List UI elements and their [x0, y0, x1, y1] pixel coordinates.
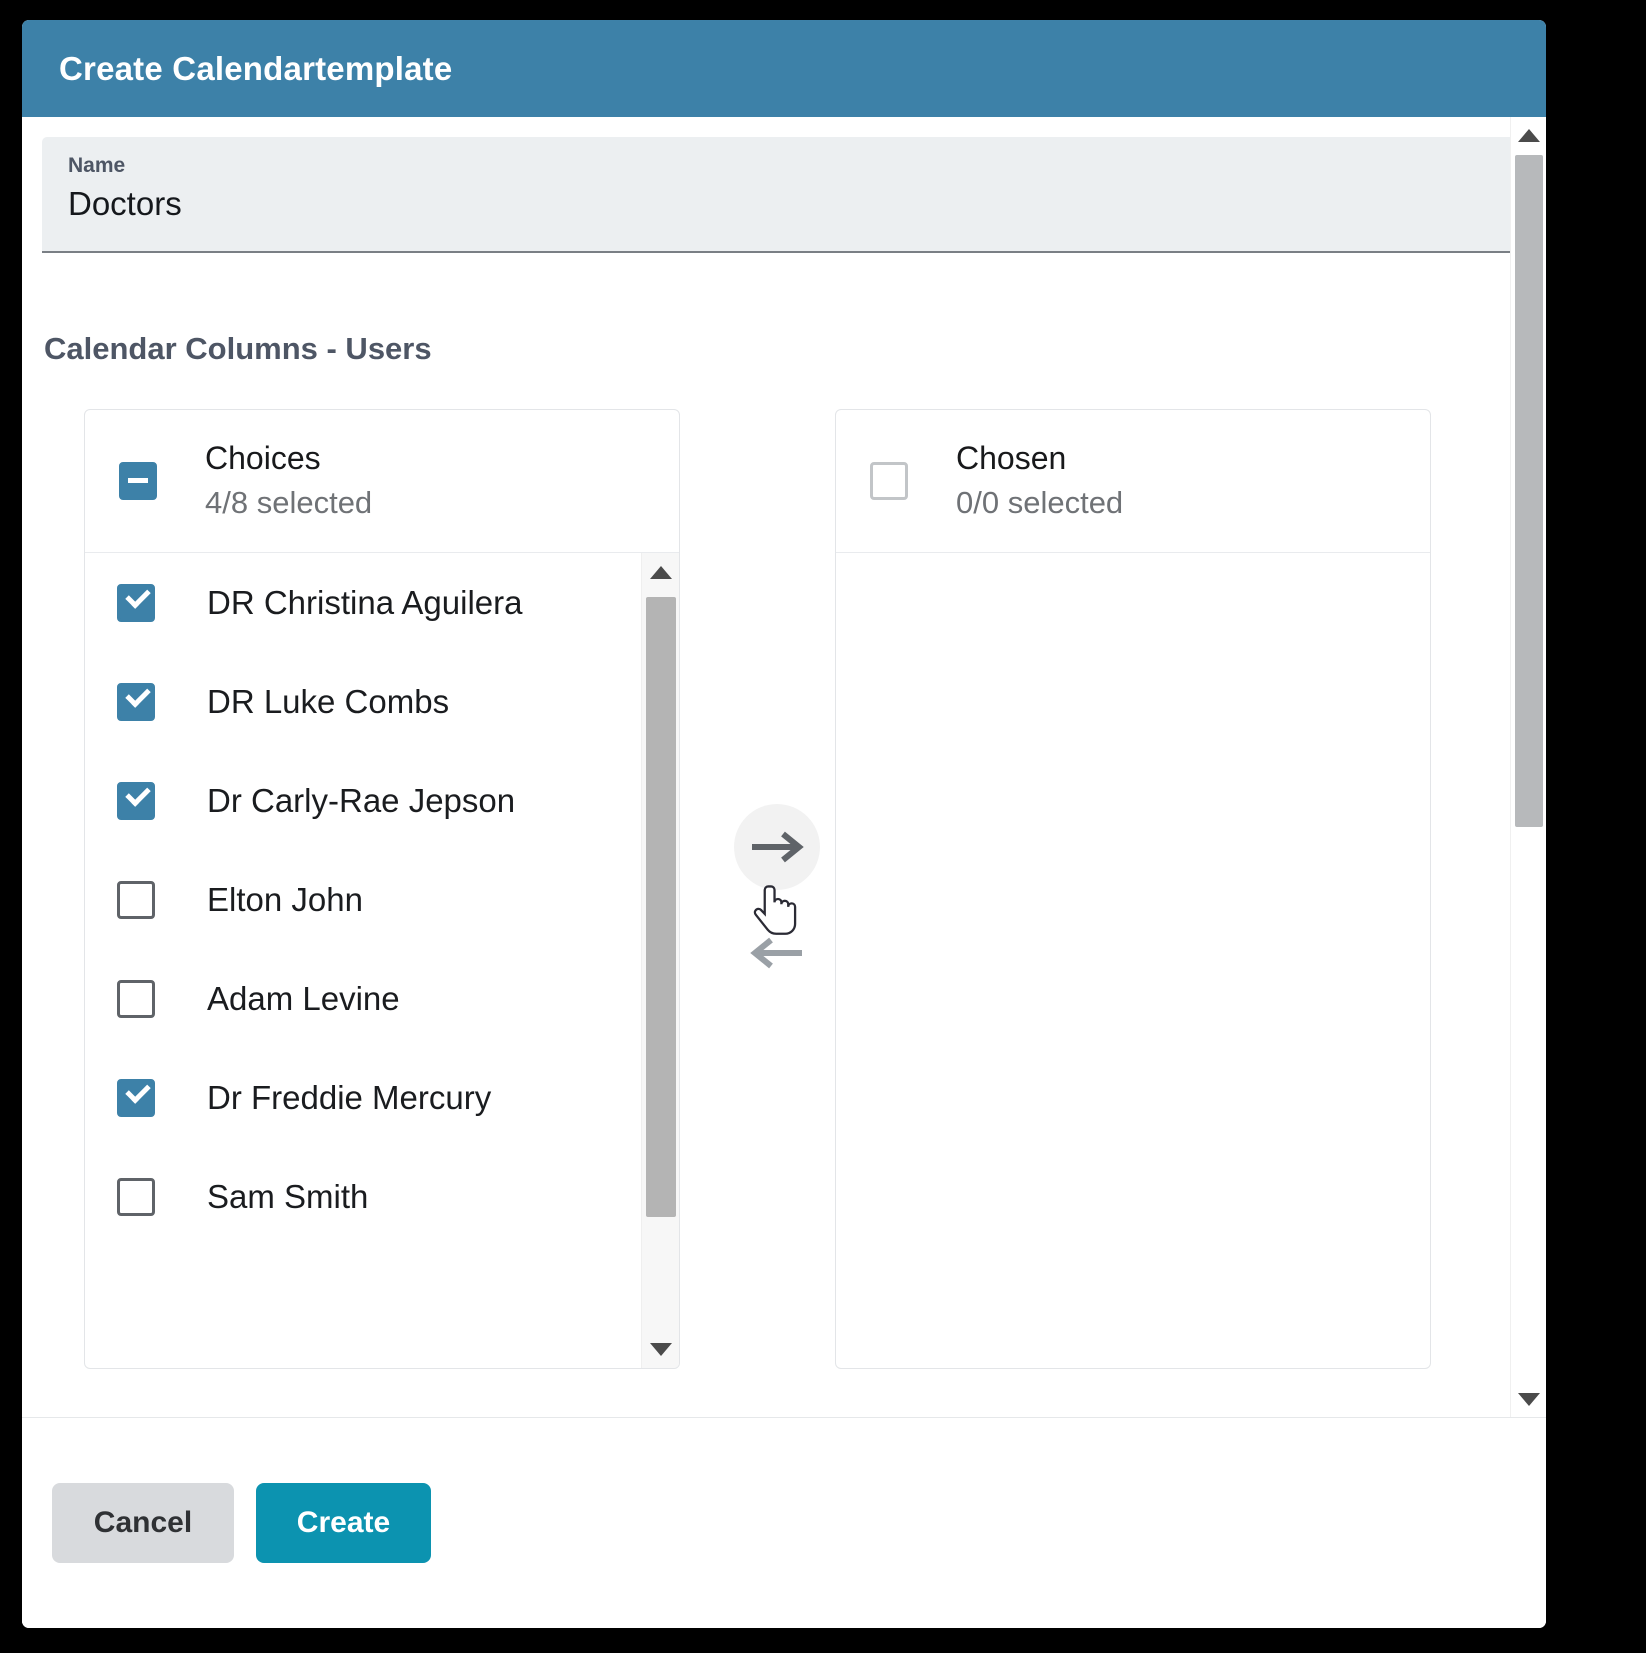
choices-item-label: Elton John: [207, 871, 363, 929]
choices-item-label: DR Luke Combs: [207, 673, 449, 731]
chosen-panel: Chosen 0/0 selected: [835, 409, 1431, 1369]
choices-item-checkbox[interactable]: [117, 881, 155, 919]
list-item[interactable]: Dr Freddie Mercury: [85, 1048, 640, 1147]
cancel-button[interactable]: Cancel: [52, 1483, 234, 1563]
dialog-scroll-up-button[interactable]: [1511, 117, 1546, 153]
choices-item-label: DR Christina Aguilera: [207, 574, 522, 632]
dialog-body: Name Calendar Columns - Users Choices 4/…: [22, 117, 1546, 1417]
triangle-up-icon: [650, 566, 672, 579]
choices-item-label: Dr Carly-Rae Jepson: [207, 772, 515, 830]
scroll-down-arrow-button[interactable]: [642, 1330, 679, 1368]
picklist: Choices 4/8 selected DR Christina Aguile…: [22, 409, 1546, 1369]
choices-list-inner: DR Christina Aguilera DR Luke Combs Dr C…: [85, 553, 640, 1246]
dialog-scrollbar-thumb[interactable]: [1515, 155, 1543, 827]
arrow-right-icon: [750, 830, 804, 864]
name-input[interactable]: [68, 181, 1498, 227]
choices-item-label: Dr Freddie Mercury: [207, 1069, 491, 1127]
create-calendartemplate-dialog: Create Calendartemplate Name Calendar Co…: [22, 20, 1546, 1628]
chosen-panel-header[interactable]: Chosen 0/0 selected: [836, 410, 1430, 553]
choices-item-checkbox[interactable]: [117, 683, 155, 721]
chosen-title: Chosen: [956, 436, 1123, 480]
triangle-up-icon: [1518, 129, 1540, 142]
choices-header-texts: Choices 4/8 selected: [205, 436, 372, 526]
move-left-button[interactable]: [734, 910, 820, 996]
screen: Create Calendartemplate Name Calendar Co…: [0, 0, 1646, 1653]
choices-title: Choices: [205, 436, 372, 480]
choices-item-label: Adam Levine: [207, 970, 400, 1028]
transfer-buttons: [712, 804, 872, 996]
choices-selected-count: 4/8 selected: [205, 480, 372, 526]
list-item[interactable]: Elton John: [85, 850, 640, 949]
list-item[interactable]: Dr Carly-Rae Jepson: [85, 751, 640, 850]
scroll-up-arrow-button[interactable]: [642, 553, 679, 591]
chosen-select-all-checkbox[interactable]: [870, 462, 908, 500]
triangle-down-icon: [650, 1343, 672, 1356]
name-field-wrapper: Name: [22, 117, 1546, 253]
chosen-list[interactable]: [836, 553, 1430, 1368]
choices-item-label: Sam Smith: [207, 1168, 368, 1226]
choices-list-scrollbar[interactable]: [641, 553, 679, 1368]
move-right-button[interactable]: [734, 804, 820, 890]
choices-item-checkbox[interactable]: [117, 1079, 155, 1117]
choices-item-checkbox[interactable]: [117, 1178, 155, 1216]
choices-item-checkbox[interactable]: [117, 980, 155, 1018]
choices-item-checkbox[interactable]: [117, 584, 155, 622]
triangle-down-icon: [1518, 1393, 1540, 1406]
choices-panel-header[interactable]: Choices 4/8 selected: [85, 410, 679, 553]
list-item[interactable]: Adam Levine: [85, 949, 640, 1048]
dialog-title: Create Calendartemplate: [59, 50, 452, 88]
dialog-header: Create Calendartemplate: [22, 20, 1546, 117]
list-item[interactable]: Sam Smith: [85, 1147, 640, 1246]
choices-panel: Choices 4/8 selected DR Christina Aguile…: [84, 409, 680, 1369]
section-title: Calendar Columns - Users: [44, 331, 1546, 367]
name-field-label: Name: [68, 151, 1498, 181]
dialog-scroll-down-button[interactable]: [1511, 1381, 1546, 1417]
choices-list[interactable]: DR Christina Aguilera DR Luke Combs Dr C…: [85, 553, 679, 1368]
list-item[interactable]: DR Luke Combs: [85, 652, 640, 751]
dialog-footer: Cancel Create: [22, 1417, 1546, 1628]
chosen-header-texts: Chosen 0/0 selected: [956, 436, 1123, 526]
list-item[interactable]: DR Christina Aguilera: [85, 553, 640, 652]
dialog-scrollbar[interactable]: [1510, 117, 1546, 1417]
create-button[interactable]: Create: [256, 1483, 431, 1563]
choices-item-checkbox[interactable]: [117, 782, 155, 820]
arrow-left-icon: [750, 936, 804, 970]
choices-scrollbar-thumb[interactable]: [646, 597, 676, 1217]
choices-select-all-checkbox[interactable]: [119, 462, 157, 500]
name-text-field[interactable]: Name: [42, 137, 1524, 253]
chosen-selected-count: 0/0 selected: [956, 480, 1123, 526]
